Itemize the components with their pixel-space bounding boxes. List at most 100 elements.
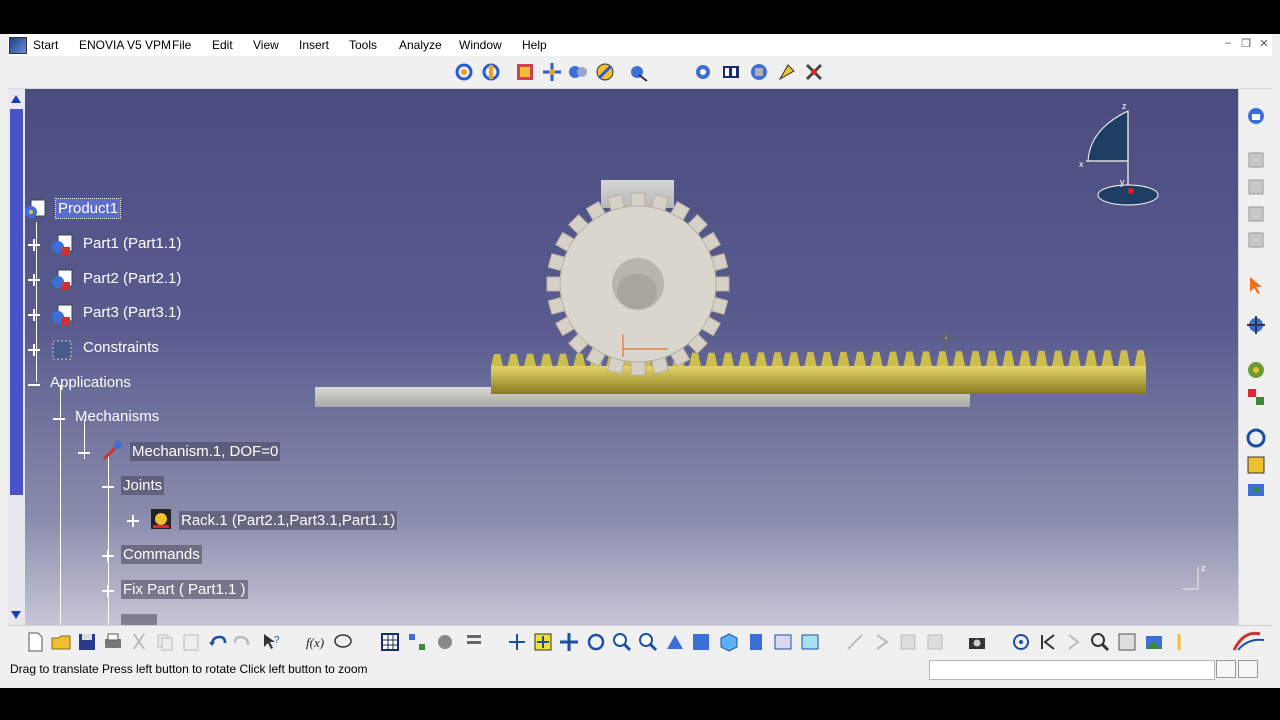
explode-icon[interactable] [541, 61, 563, 83]
analysis-bar-icon[interactable] [1116, 631, 1138, 653]
properties-icon[interactable] [434, 631, 456, 653]
menu-view[interactable]: View [253, 38, 279, 52]
tree-node-part1[interactable]: Part1 (Part1.1) [81, 234, 183, 253]
gear-tool-icon[interactable] [1245, 359, 1267, 381]
clash-icon[interactable] [627, 61, 649, 83]
disabled-tool-icon[interactable] [897, 631, 919, 653]
tree-icon[interactable] [406, 631, 428, 653]
product-icon[interactable] [23, 198, 47, 222]
redo-icon[interactable] [232, 631, 254, 653]
next-frame-icon[interactable] [1063, 631, 1085, 653]
menu-enovia[interactable]: ENOVIA V5 VPM [79, 38, 171, 52]
menu-insert[interactable]: Insert [299, 38, 329, 52]
expand-fix-part-button[interactable] [102, 585, 114, 597]
menu-window[interactable]: Window [459, 38, 502, 52]
part-icon[interactable] [50, 233, 74, 257]
search-icon[interactable] [1089, 631, 1111, 653]
minimize-button[interactable]: ‒ [1220, 37, 1236, 51]
close-button[interactable]: ✕ [1256, 37, 1272, 51]
image-icon[interactable] [1143, 631, 1165, 653]
tree-node-mechanism[interactable]: Mechanism.1, DOF=0 [130, 442, 281, 461]
rotate-alt-icon[interactable] [480, 61, 502, 83]
part-icon[interactable] [50, 303, 74, 327]
scroll-down-icon[interactable] [11, 611, 21, 619]
new-icon[interactable] [24, 631, 46, 653]
scroll-up-icon[interactable] [11, 95, 21, 103]
expand-part3-button[interactable] [28, 309, 40, 321]
collapse-applications-button[interactable] [28, 379, 40, 391]
iso-view-icon[interactable] [718, 631, 740, 653]
grey-tool-icon[interactable] [1245, 176, 1267, 198]
undo-icon[interactable] [206, 631, 228, 653]
scroll-thumb[interactable] [10, 109, 23, 495]
tree-node-joints[interactable]: Joints [121, 476, 165, 495]
tree-node-part2[interactable]: Part2 (Part2.1) [81, 269, 183, 288]
comment-icon[interactable] [332, 631, 354, 653]
disabled-tool-icon[interactable] [844, 631, 866, 653]
collapse-joints-button[interactable] [102, 481, 114, 493]
tree-node-partial[interactable] [121, 614, 157, 625]
snap-icon[interactable] [594, 61, 616, 83]
first-frame-icon[interactable] [1037, 631, 1059, 653]
fit-all-icon[interactable] [532, 631, 554, 653]
disabled-tool-icon[interactable] [924, 631, 946, 653]
compass-widget[interactable]: z x y [1076, 99, 1166, 209]
manipulate-icon[interactable] [567, 61, 589, 83]
workbench-icon[interactable] [1245, 105, 1267, 127]
tools-bar-icon[interactable] [463, 631, 485, 653]
expand-constraints-button[interactable] [28, 344, 40, 356]
joint-tool-icon[interactable] [1245, 386, 1267, 408]
menu-analyze[interactable]: Analyze [399, 38, 442, 52]
select-arrow-icon[interactable] [1245, 274, 1267, 296]
joint-icon[interactable] [748, 61, 770, 83]
sensor-icon[interactable] [776, 61, 798, 83]
spiral-icon[interactable] [1245, 427, 1267, 449]
tree-node-rack[interactable]: Rack.1 (Part2.1,Part3.1,Part1.1) [179, 511, 398, 530]
grey-tool-icon[interactable] [1245, 229, 1267, 251]
command-input[interactable] [929, 660, 1215, 680]
copy-icon[interactable] [154, 631, 176, 653]
whats-this-icon[interactable]: ? [260, 631, 282, 653]
render-icon[interactable] [745, 631, 767, 653]
disabled-tool-icon[interactable] [871, 631, 893, 653]
status-options-button[interactable] [1216, 660, 1236, 678]
move-icon[interactable] [1245, 314, 1267, 336]
tree-node-constraints[interactable]: Constraints [81, 338, 161, 357]
part-icon[interactable] [50, 268, 74, 292]
menu-file[interactable]: File [172, 38, 191, 52]
open-icon[interactable] [50, 631, 72, 653]
save-icon[interactable] [76, 631, 98, 653]
fly-icon[interactable] [506, 631, 528, 653]
tree-node-product1[interactable]: Product1 [54, 198, 122, 219]
tree-node-applications[interactable]: Applications [48, 373, 133, 392]
analysis-icon[interactable] [1245, 479, 1267, 501]
mechanism-icon[interactable] [100, 439, 124, 463]
assembly-icon[interactable] [514, 61, 536, 83]
tree-scrollbar[interactable] [8, 89, 25, 625]
catia-app-icon[interactable] [9, 37, 27, 54]
menu-tools[interactable]: Tools [349, 38, 377, 52]
pan-move-icon[interactable] [558, 631, 580, 653]
rotate-icon[interactable] [453, 61, 475, 83]
tree-node-part3[interactable]: Part3 (Part3.1) [81, 303, 183, 322]
tree-node-fix-part[interactable]: Fix Part ( Part1.1 ) [121, 580, 248, 599]
status-cancel-button[interactable] [1238, 660, 1258, 678]
tree-node-mechanisms[interactable]: Mechanisms [73, 407, 161, 426]
simulation-icon[interactable] [720, 61, 742, 83]
3d-viewport[interactable]: (function(){ var g = document.currentScr… [8, 89, 1238, 625]
print-icon[interactable] [102, 631, 124, 653]
normal-view-icon[interactable] [664, 631, 686, 653]
swap-icon[interactable] [799, 631, 821, 653]
expand-part1-button[interactable] [28, 239, 40, 251]
zoom-out-icon[interactable] [637, 631, 659, 653]
grey-tool-icon[interactable] [1245, 149, 1267, 171]
target-icon[interactable] [1010, 631, 1032, 653]
restore-button[interactable]: ❐ [1238, 37, 1254, 51]
views-icon[interactable] [690, 631, 712, 653]
expand-part2-button[interactable] [28, 274, 40, 286]
collapse-mechanism-button[interactable] [78, 447, 90, 459]
expand-rack-button[interactable] [127, 515, 139, 527]
rotate-view-icon[interactable] [585, 631, 607, 653]
constraints-icon[interactable] [50, 338, 74, 362]
formula-icon[interactable]: f(x) [305, 631, 327, 653]
